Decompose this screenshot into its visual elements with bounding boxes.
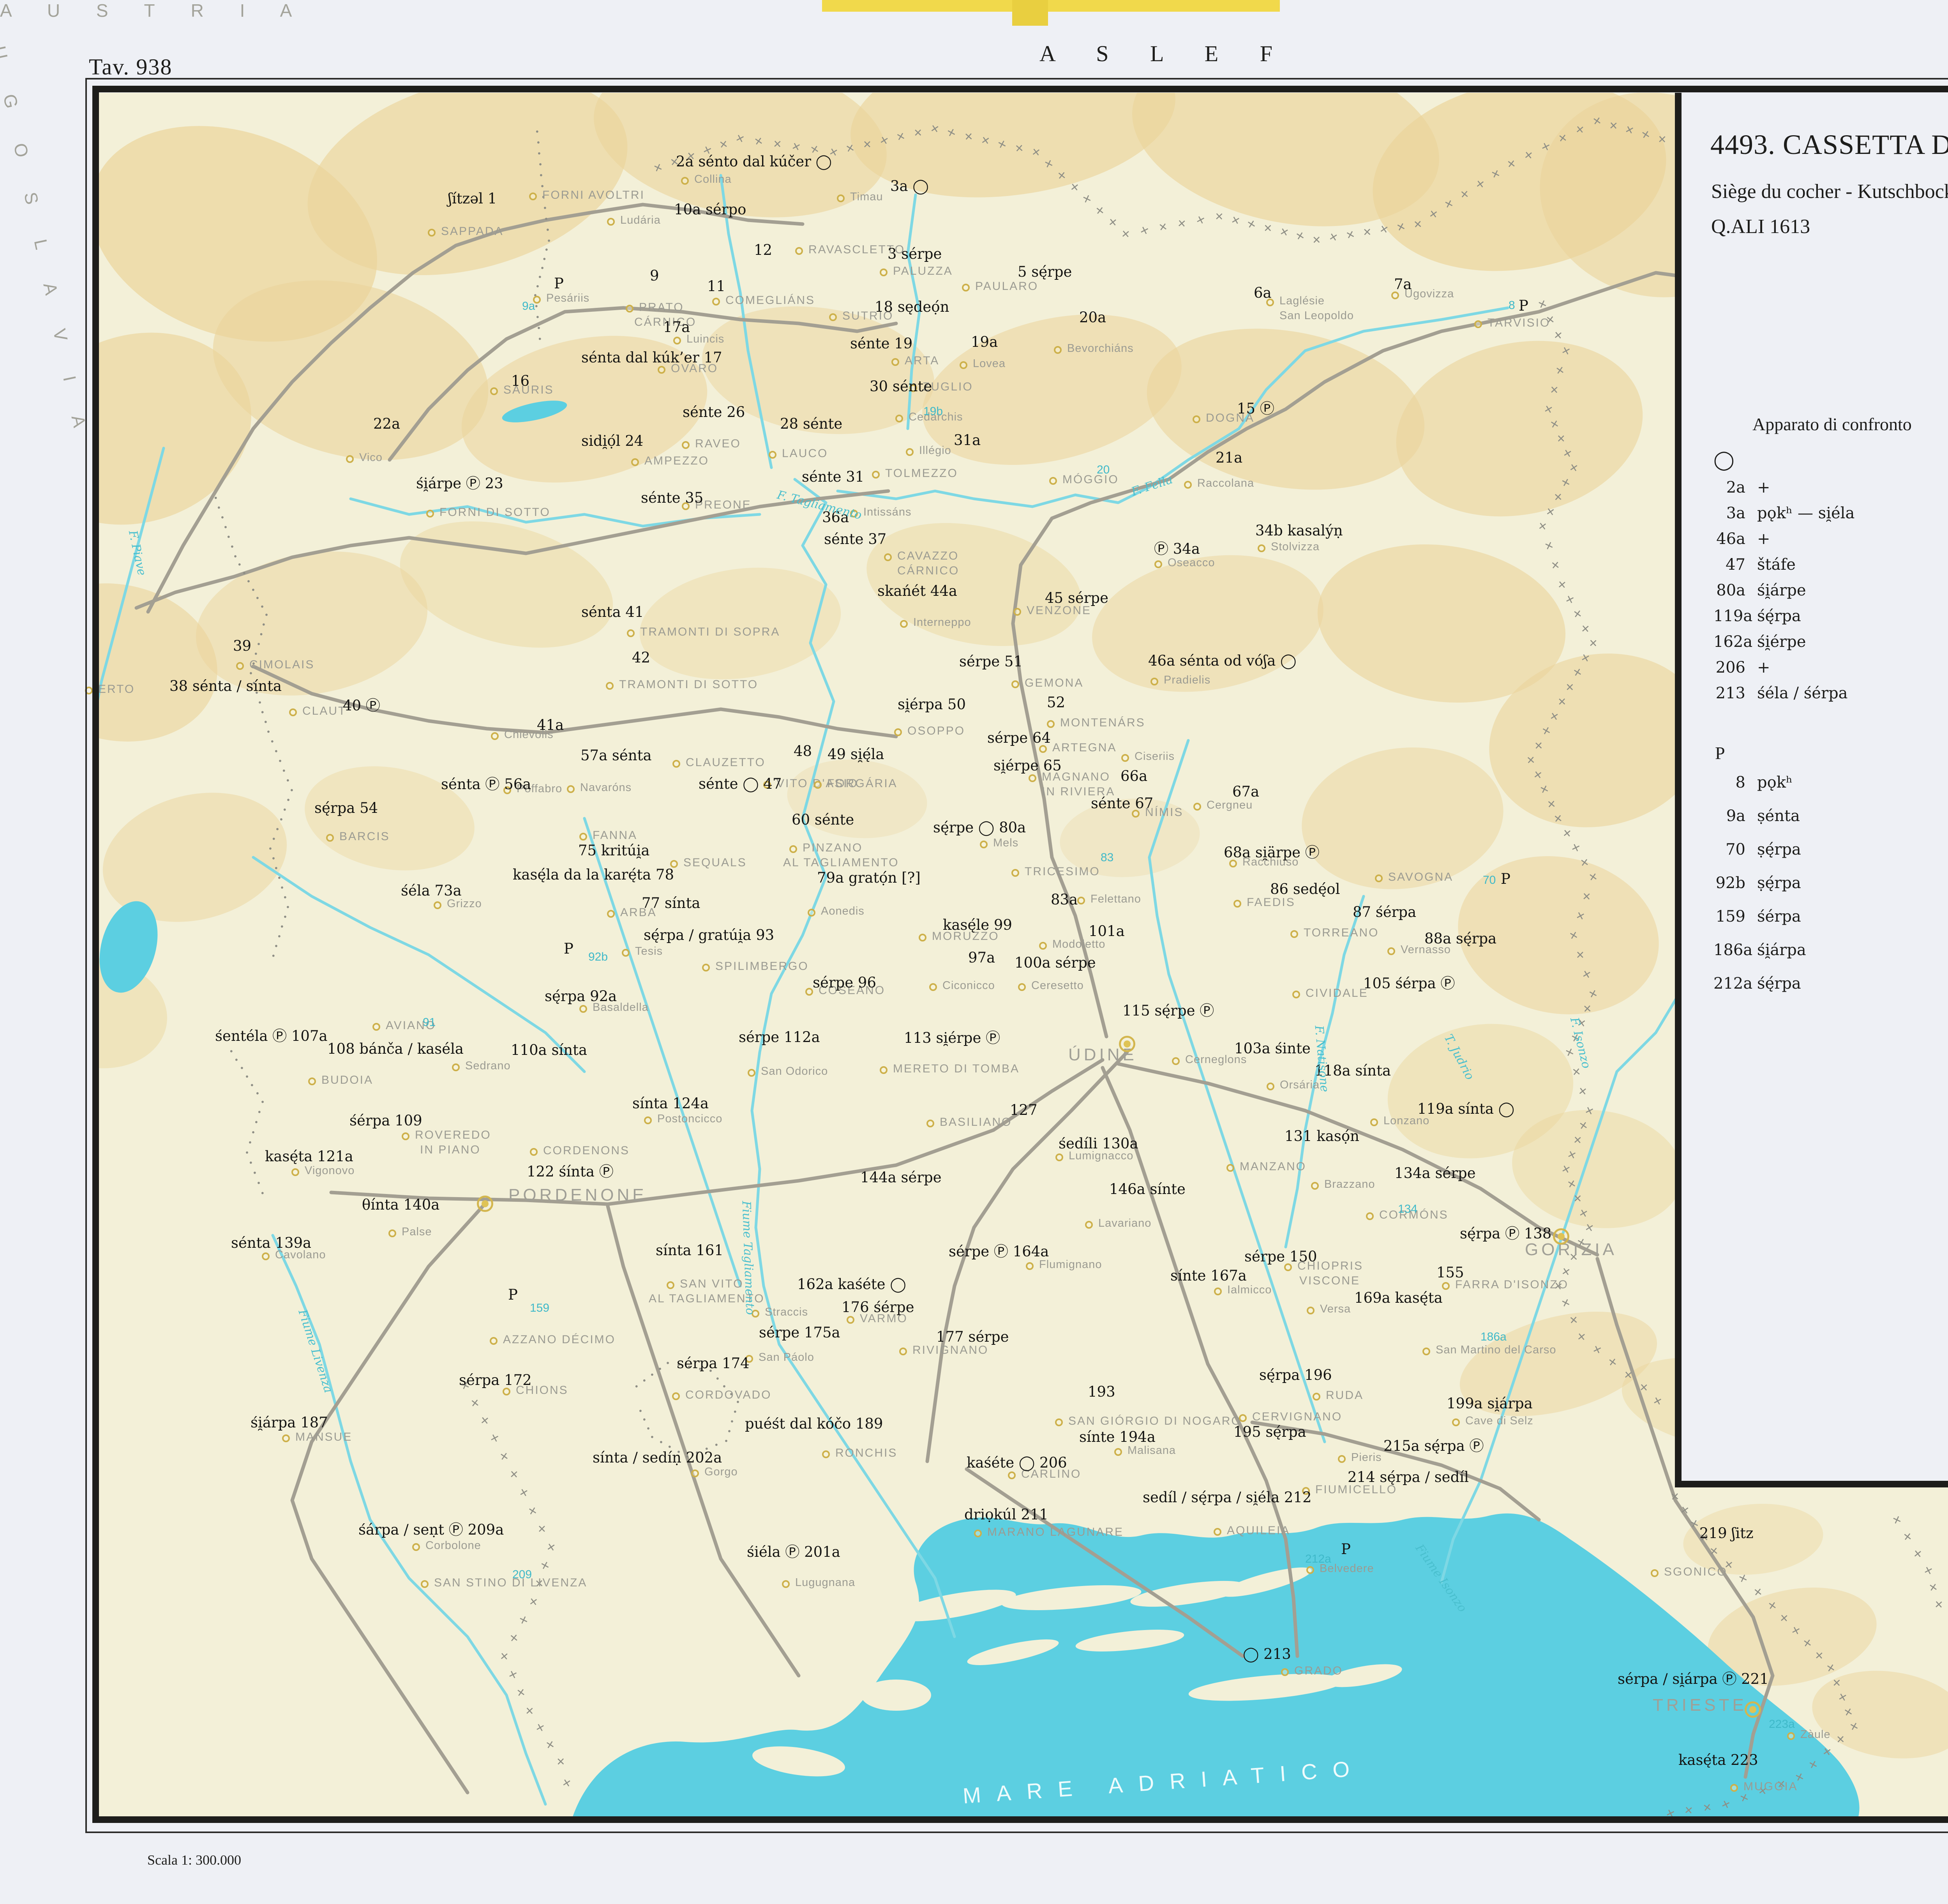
country-label: A U S T R I A (0, 0, 308, 21)
legend-row: 9a ṣénta (1713, 807, 1806, 841)
legend-word: ṣénta (1757, 807, 1800, 825)
legend-row: 3a pǫkʰ — si̯éla (1713, 504, 1855, 530)
legend-point-number: 46a (1716, 530, 1745, 548)
legend-point-number: 8 (1735, 774, 1745, 791)
legend-point-number: 119a (1713, 607, 1753, 625)
legend-row: 206 + (1713, 659, 1854, 684)
legend-word: śéla / śérpa (1757, 684, 1848, 702)
legend-word: štáfe (1757, 556, 1796, 574)
plate-frame-inner (92, 86, 1948, 1823)
legend-row: 8 pǫkʰ (1713, 774, 1806, 807)
legend-row: 162a śi̯érpe (1713, 633, 1854, 659)
legend-point-number: 47 (1726, 556, 1745, 574)
legend-point-number: 92b (1715, 874, 1745, 892)
legend-point-number: 212a (1713, 975, 1753, 993)
legend-point-number: 206 (1715, 659, 1745, 676)
map-title: 4493. CASSETTA DELLA CARROZZA (1710, 129, 1948, 160)
legend-word: śę́rpa (1757, 607, 1801, 625)
legend-row: 213 śéla / śérpa (1713, 684, 1854, 710)
legend-row: 80a śi̯árpe (1713, 581, 1854, 607)
legend-word: + (1757, 479, 1770, 496)
legend-point-number: 9a (1726, 807, 1745, 825)
country-label: J U G O S L A V I A (0, 0, 94, 445)
legend-group-p: 8 pǫkʰ 9a ṣénta 70 ṣę́rpa 92b ṣę́rpa 159 śérpa 186… (1713, 774, 1806, 1008)
legend-row: 159 śérpa (1713, 908, 1806, 941)
legend-row: 119a śę́rpa (1713, 607, 1854, 633)
scale-note: Scala 1: 300.000 (147, 1852, 241, 1868)
legend-point-number: 159 (1715, 908, 1745, 926)
legend-word: pǫkʰ — si̯éla (1757, 504, 1855, 522)
legend-point-number: 213 (1715, 684, 1745, 702)
yellow-bookmark-tab (1012, 0, 1048, 26)
legend-word: + (1757, 530, 1770, 548)
map-source: Q.ALI 1613 (1711, 215, 1810, 238)
legend-symbol-circle: ◯ (1713, 449, 1734, 471)
legend-word: śérpa (1757, 908, 1801, 926)
legend-word: pǫkʰ (1757, 774, 1793, 791)
legend-symbol-p: P (1715, 743, 1725, 763)
legend-point-number: 80a (1716, 581, 1745, 599)
sheet-number: Tav. 938 (89, 54, 173, 79)
legend-row: 92b ṣę́rpa (1713, 874, 1806, 908)
legend-row: 70 ṣę́rpa (1713, 841, 1806, 874)
legend-word: śi̯érpe (1757, 633, 1806, 651)
legend-row: 47 štáfe (1713, 556, 1854, 581)
legend-row: 186a śi̯árpa (1713, 941, 1806, 975)
legend-row: 212a śę́rpa (1713, 975, 1806, 1008)
legend-point-number: 70 (1726, 841, 1745, 858)
legend-word: ṣę́rpa (1757, 874, 1801, 892)
legend-point-number: 3a (1726, 504, 1745, 522)
legend-row: 2a + (1713, 479, 1854, 504)
map-subtitle: Siège du cocher - Kutschbock - Kozel (1711, 180, 1948, 203)
legend-word: + (1757, 659, 1770, 676)
legend-point-number: 162a (1713, 633, 1753, 651)
legend-group-circle: 2a +3a pǫkʰ — si̯éla 46a +47 štáfe 80a śi̯árpe 1… (1713, 479, 1854, 710)
legend-word: śę́rpa (1757, 975, 1801, 993)
yellow-bookmark-strip (822, 0, 1280, 12)
atlas-title: A S L E F (1039, 41, 1290, 66)
legend-row: 46a + (1713, 530, 1854, 556)
legend-word: śi̯árpe (1757, 581, 1806, 599)
legend-word: ṣę́rpa (1757, 841, 1801, 858)
atlas-sheet-page: { "page": { "tav": "Tav. 938", "center_t… (0, 0, 1948, 1904)
legend-word: śi̯árpa (1757, 941, 1806, 959)
legend-heading: Apparato di confronto (1752, 414, 1912, 434)
legend-point-number: 2a (1726, 479, 1745, 496)
legend-point-number: 186a (1713, 941, 1753, 959)
